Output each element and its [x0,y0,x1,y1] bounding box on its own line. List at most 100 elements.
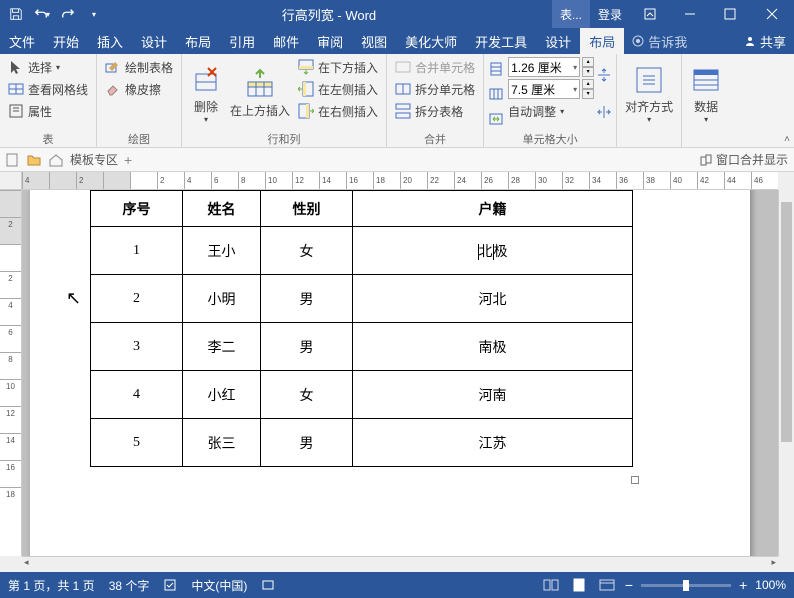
table-cell[interactable]: 5 [91,419,183,467]
eraser-button[interactable]: 橡皮擦 [101,78,177,100]
header-cell[interactable]: 姓名 [183,191,261,227]
header-cell[interactable]: 序号 [91,191,183,227]
table-cell[interactable]: 1 [91,227,183,275]
macro-icon[interactable] [261,578,275,592]
spellcheck-icon[interactable] [163,578,177,592]
header-cell[interactable]: 户籍 [353,191,633,227]
insert-below-button[interactable]: 在下方插入 [294,56,382,78]
qat-customize[interactable]: ▾ [82,2,106,26]
new-doc-icon[interactable] [4,152,20,168]
table-cell[interactable]: 王小 [183,227,261,275]
alignment-button[interactable]: 对齐方式▾ [621,56,677,131]
table-cell[interactable]: 河北 [353,275,633,323]
draw-table-button[interactable]: 绘制表格 [101,56,177,78]
distribute-rows-icon[interactable] [488,61,504,77]
share-button[interactable]: 共享 [736,28,794,54]
table-cell[interactable]: 3 [91,323,183,371]
view-gridlines-button[interactable]: 查看网格线 [4,78,92,100]
distribute-rows-button[interactable] [596,67,612,83]
table-cell[interactable]: 江苏 [353,419,633,467]
table-cell[interactable]: 河南 [353,371,633,419]
web-layout-button[interactable] [597,576,617,594]
delete-button[interactable]: 删除▾ [186,56,226,131]
menu-审阅[interactable]: 审阅 [308,28,352,54]
save-button[interactable] [4,2,28,26]
language-status[interactable]: 中文(中国) [191,577,247,594]
document-table[interactable]: 序号姓名性别户籍1王小女北极2小明男河北3李二男南极4小红女河南5张三男江苏 [90,190,633,467]
table-resize-handle[interactable] [631,476,639,484]
table-row[interactable]: 2小明男河北 [91,275,633,323]
home-icon[interactable] [48,152,64,168]
vertical-ruler[interactable]: 224681012141618 [0,190,22,556]
insert-above-button[interactable]: 在上方插入 [226,56,294,131]
login-button[interactable]: 登录 [590,6,630,23]
maximize-button[interactable] [710,0,750,28]
table-header-row[interactable]: 序号姓名性别户籍 [91,191,633,227]
vertical-scrollbar[interactable] [778,190,794,556]
col-width-input[interactable]: 7.5 厘米▴▾ [508,78,594,100]
print-layout-button[interactable] [569,576,589,594]
ribbon-options-button[interactable] [630,0,670,28]
table-cell[interactable]: 张三 [183,419,261,467]
zoom-slider[interactable] [641,584,731,587]
open-folder-icon[interactable] [26,152,42,168]
autofit-button[interactable]: 自动调整 ▾ [508,100,594,122]
table-row[interactable]: 4小红女河南 [91,371,633,419]
menu-插入[interactable]: 插入 [88,28,132,54]
insert-right-button[interactable]: 在右侧插入 [294,100,382,122]
table-cell[interactable]: 男 [261,419,353,467]
menu-美化大师[interactable]: 美化大师 [396,28,466,54]
table-cell[interactable]: 2 [91,275,183,323]
merge-cells-button[interactable]: 合并单元格 [391,56,479,78]
menu-布局[interactable]: 布局 [580,28,624,54]
table-row[interactable]: 5张三男江苏 [91,419,633,467]
distribute-cols-button[interactable] [596,104,612,120]
menu-视图[interactable]: 视图 [352,28,396,54]
table-row[interactable]: 1王小女北极 [91,227,633,275]
table-cell[interactable]: 李二 [183,323,261,371]
ribbon-collapse-icon[interactable]: ˄ [784,134,790,145]
menu-开发工具[interactable]: 开发工具 [466,28,536,54]
menu-设计[interactable]: 设计 [132,28,176,54]
read-mode-button[interactable] [541,576,561,594]
minimize-button[interactable] [670,0,710,28]
table-cell[interactable]: 女 [261,371,353,419]
horizontal-scrollbar[interactable] [22,556,778,572]
split-cells-button[interactable]: 拆分单元格 [391,78,479,100]
menu-邮件[interactable]: 邮件 [264,28,308,54]
select-button[interactable]: 选择 ▾ [4,56,92,78]
properties-button[interactable]: 属性 [4,100,92,122]
close-button[interactable] [750,0,794,28]
word-count[interactable]: 38 个字 [109,577,150,594]
zoom-level[interactable]: 100% [755,578,786,592]
table-cell[interactable]: 女 [261,227,353,275]
horizontal-ruler[interactable]: 4224681012141618202224262830323436384042… [22,172,778,190]
add-tab-button[interactable]: + [124,152,132,168]
tell-me[interactable]: 告诉我 [624,28,695,54]
menu-引用[interactable]: 引用 [220,28,264,54]
merge-window-label[interactable]: 窗口合并显示 [716,151,788,168]
split-table-button[interactable]: 拆分表格 [391,100,479,122]
page-status[interactable]: 第 1 页，共 1 页 [8,577,95,594]
menu-布局[interactable]: 布局 [176,28,220,54]
menu-开始[interactable]: 开始 [44,28,88,54]
table-cell[interactable]: 小明 [183,275,261,323]
zoom-in-button[interactable]: + [739,577,747,593]
row-height-input[interactable]: 1.26 厘米▴▾ [508,56,594,78]
insert-left-button[interactable]: 在左侧插入 [294,78,382,100]
undo-button[interactable]: ▾ [30,2,54,26]
table-cell[interactable]: 小红 [183,371,261,419]
menu-设计[interactable]: 设计 [536,28,580,54]
distribute-cols-icon[interactable] [488,86,504,102]
table-cell[interactable]: 南极 [353,323,633,371]
template-link[interactable]: 模板专区 [70,151,118,168]
table-cell[interactable]: 4 [91,371,183,419]
autofit-icon[interactable] [488,111,504,127]
header-cell[interactable]: 性别 [261,191,353,227]
page[interactable]: 序号姓名性别户籍1王小女北极2小明男河北3李二男南极4小红女河南5张三男江苏 ↖ [30,190,750,556]
table-cell[interactable]: 北极 [353,227,633,275]
table-row[interactable]: 3李二男南极 [91,323,633,371]
data-button[interactable]: 数据▾ [686,56,726,131]
zoom-out-button[interactable]: − [625,577,633,593]
table-cell[interactable]: 男 [261,323,353,371]
